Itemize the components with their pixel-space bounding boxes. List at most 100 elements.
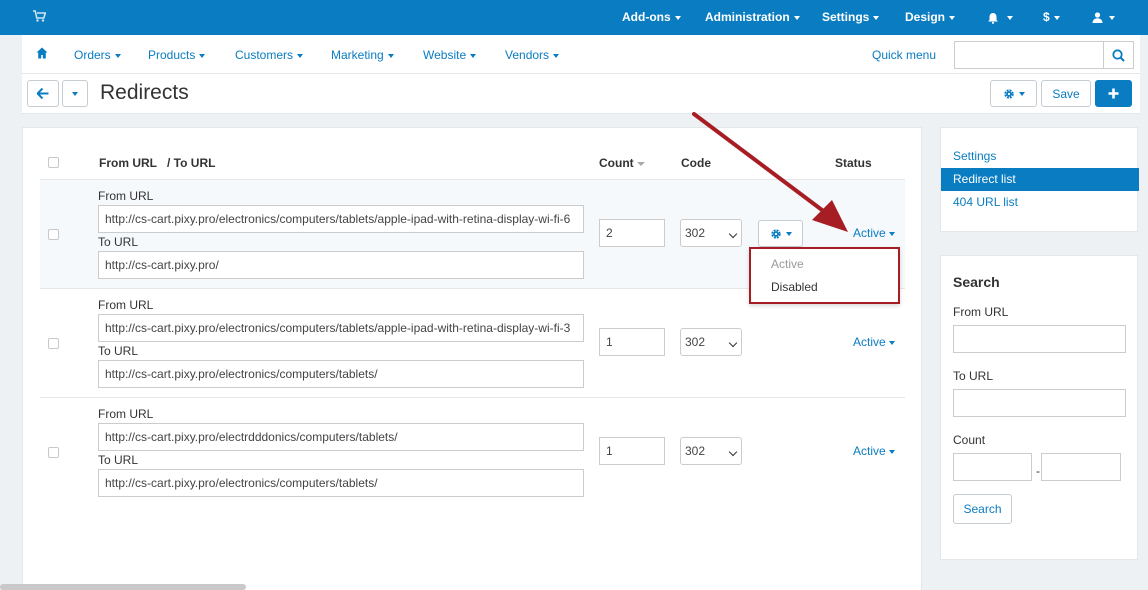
nav-vendors[interactable]: Vendors <box>505 48 560 62</box>
save-button[interactable]: Save <box>1041 80 1091 107</box>
search-from-url-label: From URL <box>953 305 1009 319</box>
code-select[interactable]: 302 <box>680 328 742 356</box>
header-to-url[interactable]: / To URL <box>167 156 215 170</box>
status-toggle[interactable]: Active <box>853 226 895 240</box>
from-url-input[interactable]: http://cs-cart.pixy.pro/electronics/comp… <box>98 314 584 342</box>
row-checkbox[interactable] <box>48 338 59 349</box>
to-url-input[interactable]: http://cs-cart.pixy.pro/electronics/comp… <box>98 360 584 388</box>
nav-orders[interactable]: Orders <box>74 48 121 62</box>
sidebar-item-404-url-list[interactable]: 404 URL list <box>953 195 1018 209</box>
home-icon[interactable] <box>36 47 48 59</box>
table-row: From URL http://cs-cart.pixy.pro/electro… <box>40 288 905 397</box>
search-to-url-input[interactable] <box>953 389 1126 417</box>
to-url-label: To URL <box>98 344 139 358</box>
plus-icon <box>1108 88 1119 99</box>
topmenu-settings-label: Settings <box>822 10 870 24</box>
add-redirect-button[interactable] <box>1095 80 1132 107</box>
notifications-menu[interactable] <box>987 10 1013 24</box>
chevron-down-icon <box>728 229 738 239</box>
search-count-label: Count <box>953 433 986 447</box>
status-label: Active <box>853 444 886 458</box>
status-option-disabled[interactable]: Disabled <box>771 280 818 294</box>
nav-products[interactable]: Products <box>148 48 206 62</box>
global-search-input[interactable] <box>954 41 1104 69</box>
chevron-down-icon <box>873 15 880 20</box>
chevron-down-icon <box>888 231 895 236</box>
arrow-left-icon <box>37 88 49 99</box>
title-bar: Redirects Save <box>22 74 1140 114</box>
row-actions-button[interactable] <box>758 220 803 247</box>
topmenu-settings[interactable]: Settings <box>822 10 880 24</box>
search-count-to-input[interactable] <box>1041 453 1121 481</box>
currency-menu[interactable]: $ <box>1043 10 1060 24</box>
back-button[interactable] <box>27 80 59 107</box>
status-option-active[interactable]: Active <box>771 257 804 271</box>
gear-icon <box>770 228 781 239</box>
back-history-dropdown[interactable] <box>62 80 88 107</box>
sidebar-nav: Settings Redirect list 404 URL list <box>940 127 1139 232</box>
nav-orders-label: Orders <box>74 48 111 62</box>
status-toggle[interactable]: Active <box>853 335 895 349</box>
chevron-down-icon <box>888 340 895 345</box>
to-url-label: To URL <box>98 453 139 467</box>
nav-marketing[interactable]: Marketing <box>331 48 394 62</box>
topmenu-design-label: Design <box>905 10 946 24</box>
from-url-label: From URL <box>98 407 154 421</box>
to-url-input[interactable]: http://cs-cart.pixy.pro/electronics/comp… <box>98 469 584 497</box>
search-count-from-input[interactable] <box>953 453 1032 481</box>
chevron-down-icon <box>1007 15 1013 20</box>
horizontal-scrollbar[interactable] <box>0 584 246 590</box>
chevron-down-icon <box>728 338 738 348</box>
topmenu-addons-label: Add-ons <box>622 10 671 24</box>
chevron-down-icon <box>199 53 206 58</box>
code-select[interactable]: 302 <box>680 219 742 247</box>
count-input[interactable]: 2 <box>599 219 665 247</box>
code-select[interactable]: 302 <box>680 437 742 465</box>
topmenu-design[interactable]: Design <box>905 10 956 24</box>
nav-products-label: Products <box>148 48 196 62</box>
main-nav: Orders Products Customers Marketing Webs… <box>22 35 1140 74</box>
search-from-url-input[interactable] <box>953 325 1126 353</box>
nav-customers[interactable]: Customers <box>235 48 304 62</box>
nav-website-label: Website <box>423 48 467 62</box>
code-select-value: 302 <box>685 335 706 349</box>
topmenu-addons[interactable]: Add-ons <box>622 10 681 24</box>
header-status: Status <box>835 156 872 170</box>
sidebar-item-settings[interactable]: Settings <box>953 149 996 163</box>
user-menu[interactable] <box>1092 10 1115 24</box>
search-icon <box>1112 48 1125 62</box>
count-range-separator: - <box>1036 464 1040 478</box>
header-from-url[interactable]: From URL <box>99 156 157 170</box>
table-row: From URL http://cs-cart.pixy.pro/electrd… <box>40 397 905 506</box>
header-code: Code <box>681 156 711 170</box>
to-url-input[interactable]: http://cs-cart.pixy.pro/ <box>98 251 584 279</box>
search-submit-button[interactable]: Search <box>953 494 1012 524</box>
from-url-input[interactable]: http://cs-cart.pixy.pro/electrdddonics/c… <box>98 423 584 451</box>
sidebar-item-redirect-list[interactable]: Redirect list <box>941 168 1139 191</box>
cart-icon[interactable] <box>33 10 47 25</box>
status-toggle[interactable]: Active <box>853 444 895 458</box>
nav-website[interactable]: Website <box>423 48 477 62</box>
to-url-label: To URL <box>98 235 139 249</box>
count-input[interactable]: 1 <box>599 437 665 465</box>
sidebar-search: Search From URL To URL Count - Search <box>940 255 1138 560</box>
quick-menu-link[interactable]: Quick menu <box>872 48 936 62</box>
currency-label: $ <box>1043 10 1050 24</box>
chevron-down-icon <box>553 53 560 58</box>
row-checkbox[interactable] <box>48 229 59 240</box>
nav-marketing-label: Marketing <box>331 48 384 62</box>
search-button[interactable] <box>1103 41 1134 69</box>
header-count[interactable]: Count <box>599 156 645 170</box>
bell-icon <box>988 12 998 24</box>
search-to-url-label: To URL <box>953 369 994 383</box>
count-input[interactable]: 1 <box>599 328 665 356</box>
select-all-checkbox[interactable] <box>48 157 59 168</box>
from-url-label: From URL <box>98 189 154 203</box>
settings-gear-button[interactable] <box>990 80 1037 107</box>
chevron-down-icon <box>114 53 121 58</box>
row-checkbox[interactable] <box>48 447 59 458</box>
chevron-down-icon <box>72 91 78 96</box>
topmenu-administration[interactable]: Administration <box>705 10 800 24</box>
from-url-label: From URL <box>98 298 154 312</box>
from-url-input[interactable]: http://cs-cart.pixy.pro/electronics/comp… <box>98 205 584 233</box>
